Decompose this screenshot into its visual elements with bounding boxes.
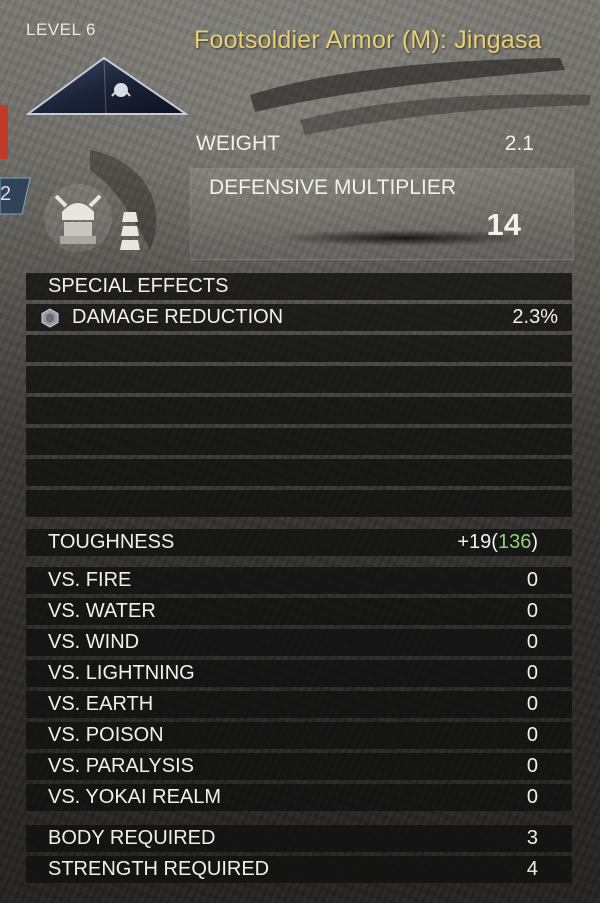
resistance-row-yokai-realm: VS. YOKAI REALM 0 — [26, 784, 572, 811]
toughness-close-paren: ) — [531, 531, 538, 553]
requirement-row-strength: STRENGTH REQUIRED 4 — [26, 856, 572, 883]
item-title: Footsoldier Armor (M): Jingasa — [194, 26, 542, 54]
resistance-value: 0 — [526, 569, 538, 591]
resistance-value: 0 — [526, 631, 538, 653]
weight-value: 2.1 — [504, 132, 534, 155]
resistance-label: VS. WATER — [48, 600, 156, 622]
resistance-value: 0 — [526, 755, 538, 777]
empty-effect-slot — [26, 459, 572, 486]
resistance-row-water: VS. WATER 0 — [26, 598, 572, 625]
special-effects-header: SPECIAL EFFECTS — [48, 275, 229, 297]
resistance-row-lightning: VS. LIGHTNING 0 — [26, 660, 572, 687]
resistance-value: 0 — [526, 600, 538, 622]
effect-gem-icon — [41, 308, 59, 328]
resistance-row-poison: VS. POISON 0 — [26, 722, 572, 749]
resistance-label: VS. PARALYSIS — [48, 755, 194, 777]
weight-stat: WEIGHT 2.1 — [196, 130, 546, 160]
toughness-bonus: +19 — [457, 531, 492, 553]
special-effect-value: 2.3% — [512, 306, 558, 328]
resistance-row-earth: VS. EARTH 0 — [26, 691, 572, 718]
side-tab-marker — [0, 105, 8, 159]
defensive-multiplier-box: DEFENSIVE MULTIPLIER 14 — [190, 168, 574, 260]
item-level: LEVEL 6 — [26, 20, 96, 39]
resistance-label: VS. YOKAI REALM — [48, 786, 222, 808]
resistance-value: 0 — [526, 693, 538, 715]
resistance-value: 0 — [526, 786, 538, 808]
toughness-value: +19(136) — [457, 529, 538, 556]
toughness-label: TOUGHNESS — [48, 531, 175, 553]
empty-effect-slot — [26, 397, 572, 424]
resistance-label: VS. WIND — [48, 631, 140, 653]
resistance-row-wind: VS. WIND 0 — [26, 629, 572, 656]
empty-effect-slot — [26, 335, 572, 362]
special-effect-row[interactable]: DAMAGE REDUCTION 2.3% — [26, 304, 572, 331]
empty-effect-slot — [26, 428, 572, 455]
defensive-multiplier-value: 14 — [486, 207, 521, 242]
resistance-value: 0 — [526, 724, 538, 746]
resistance-value: 0 — [526, 662, 538, 684]
toughness-open-paren: ( — [491, 531, 498, 553]
requirement-value: 4 — [526, 858, 538, 880]
defensive-multiplier-label: DEFENSIVE MULTIPLIER — [209, 176, 456, 199]
head-armor-slot-icon — [44, 184, 112, 252]
rarity-rank-icon — [120, 212, 140, 250]
requirement-value: 3 — [526, 827, 538, 849]
side-badge: 2 — [0, 176, 32, 216]
empty-effect-slot — [26, 366, 572, 393]
requirement-label: STRENGTH REQUIRED — [48, 858, 270, 880]
resistance-label: VS. EARTH — [48, 693, 154, 715]
ink-stroke — [231, 227, 521, 249]
requirement-row-body: BODY REQUIRED 3 — [26, 825, 572, 852]
weight-label: WEIGHT — [196, 132, 280, 155]
resistance-label: VS. LIGHTNING — [48, 662, 195, 684]
jingasa-hat-icon — [26, 56, 188, 115]
resistance-label: VS. FIRE — [48, 569, 132, 591]
resistance-row-paralysis: VS. PARALYSIS 0 — [26, 753, 572, 780]
side-badge-number: 2 — [0, 183, 12, 205]
item-detail-panel: 2 LEVEL 6 Footsoldier Armor (M): Jingasa… — [0, 0, 600, 903]
toughness-total: 136 — [497, 531, 532, 553]
resistance-label: VS. POISON — [48, 724, 164, 746]
resistance-row-fire: VS. FIRE 0 — [26, 567, 572, 594]
requirement-label: BODY REQUIRED — [48, 827, 216, 849]
toughness-row: TOUGHNESS +19(136) — [26, 529, 572, 556]
special-effect-label: DAMAGE REDUCTION — [72, 306, 284, 328]
special-effects-header-row: SPECIAL EFFECTS — [26, 273, 572, 300]
empty-effect-slot — [26, 490, 572, 517]
